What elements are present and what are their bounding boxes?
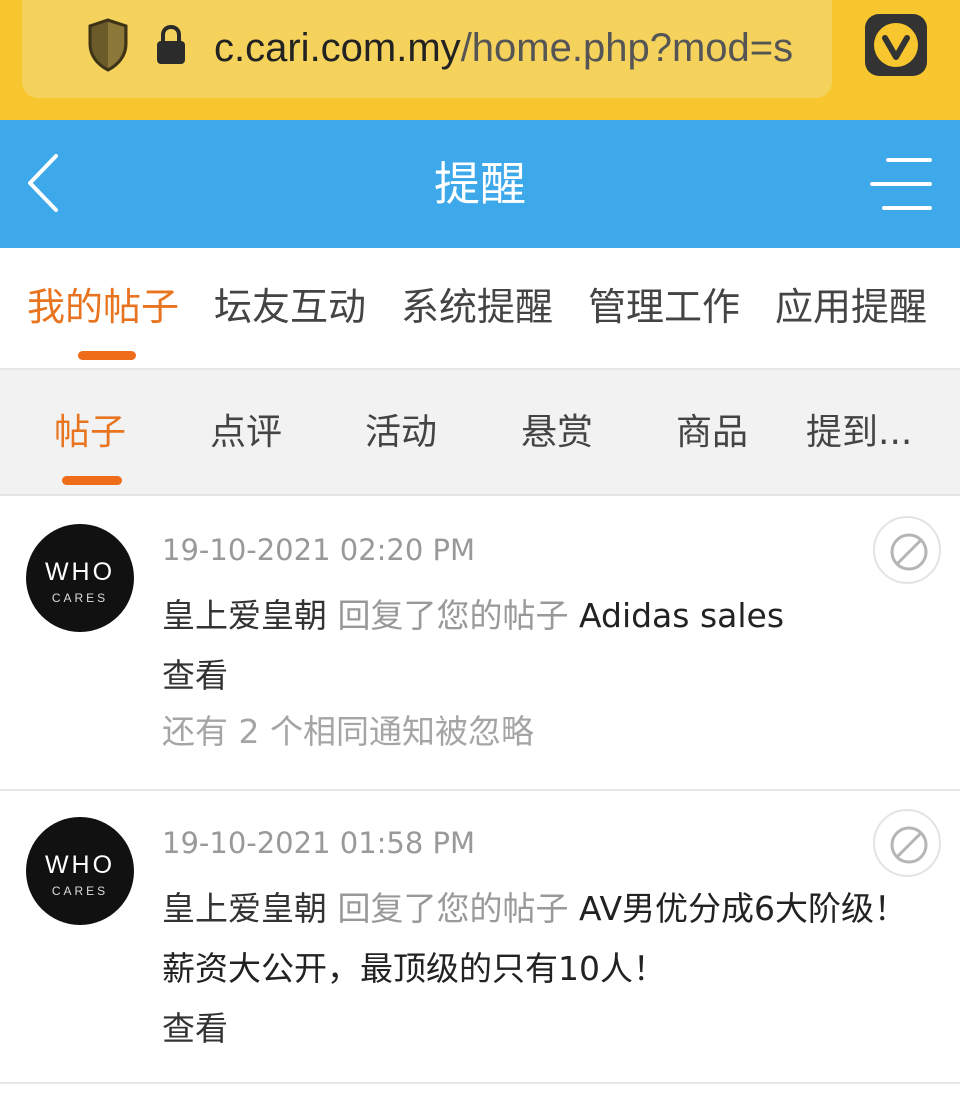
tab-my-posts[interactable]: 我的帖子	[27, 282, 179, 332]
app-header: 提醒	[0, 120, 960, 248]
lock-icon	[157, 24, 185, 64]
actor-link[interactable]: 皇上爱皇朝	[162, 596, 327, 635]
notification-message: 皇上爱皇朝 回复了您的帖子 Adidas sales 查看	[162, 586, 922, 706]
avatar[interactable]: WHO CARES	[26, 817, 134, 925]
tab-forum-interaction[interactable]: 坛友互动	[214, 282, 366, 332]
avatar[interactable]: WHO CARES	[26, 524, 134, 632]
page-title: 提醒	[434, 157, 526, 211]
browser-menu-button[interactable]	[865, 14, 927, 76]
actor-link[interactable]: 皇上爱皇朝	[162, 889, 327, 928]
url-text[interactable]: c.cari.com.my/home.php?mod=s	[214, 22, 836, 74]
tab-admin-work[interactable]: 管理工作	[588, 282, 740, 332]
address-bar[interactable]: c.cari.com.my/home.php?mod=s	[22, 0, 832, 98]
notification-item: WHO CARES 19-10-2021 02:20 PM 皇上爱皇朝 回复了您…	[0, 498, 960, 791]
hamburger-menu-icon	[870, 158, 932, 210]
url-path: /home.php?mod=s	[460, 26, 794, 70]
avatar-text-top: WHO	[44, 851, 116, 879]
notification-item: WHO CARES 19-10-2021 01:58 PM 皇上爱皇朝 回复了您…	[0, 791, 960, 1084]
block-icon	[890, 533, 928, 571]
tab-app-alerts[interactable]: 应用提醒	[775, 282, 927, 332]
avatar-text-top: WHO	[44, 558, 116, 586]
notification-time: 19-10-2021 01:58 PM	[162, 826, 476, 860]
vivaldi-icon	[874, 23, 918, 67]
back-button[interactable]	[20, 150, 70, 216]
url-host: c.cari.com.my	[214, 26, 461, 70]
action-text: 回复了您的帖子	[337, 596, 569, 635]
view-link[interactable]: 查看	[162, 646, 922, 706]
subtab-goods[interactable]: 商品	[676, 408, 748, 458]
subtab-events[interactable]: 活动	[365, 408, 437, 458]
view-link[interactable]: 查看	[162, 999, 922, 1059]
action-text: 回复了您的帖子	[337, 889, 569, 928]
avatar-text-bottom: CARES	[51, 884, 109, 898]
subtab-mentions[interactable]: 提到...	[806, 408, 912, 458]
subtab-posts[interactable]: 帖子	[54, 408, 126, 458]
avatar-text-bottom: CARES	[51, 591, 109, 605]
block-icon	[890, 826, 928, 864]
menu-button[interactable]	[866, 154, 936, 214]
ignored-notice-text: 还有 2 个相同通知被忽略	[162, 712, 534, 751]
subtab-comments[interactable]: 点评	[210, 408, 282, 458]
secondary-tabs: 帖子 点评 活动 悬赏 商品 提到...	[0, 370, 960, 496]
notification-time: 19-10-2021 02:20 PM	[162, 533, 476, 567]
notification-message: 皇上爱皇朝 回复了您的帖子 AV男优分成6大阶级！ 薪资大公开，最顶级的只有10…	[162, 879, 940, 1059]
browser-toolbar: c.cari.com.my/home.php?mod=s	[0, 0, 960, 120]
post-title-link[interactable]: Adidas sales	[579, 596, 784, 635]
subtab-rewards[interactable]: 悬赏	[521, 408, 593, 458]
active-tab-indicator	[78, 351, 136, 360]
tab-system-alerts[interactable]: 系统提醒	[401, 282, 553, 332]
ignore-button[interactable]	[873, 809, 941, 877]
chevron-left-icon	[28, 154, 58, 212]
ignore-button[interactable]	[873, 516, 941, 584]
primary-tabs: 我的帖子 坛友互动 系统提醒 管理工作 应用提醒	[0, 248, 960, 370]
shield-icon[interactable]	[86, 18, 130, 72]
active-subtab-indicator	[62, 476, 122, 485]
